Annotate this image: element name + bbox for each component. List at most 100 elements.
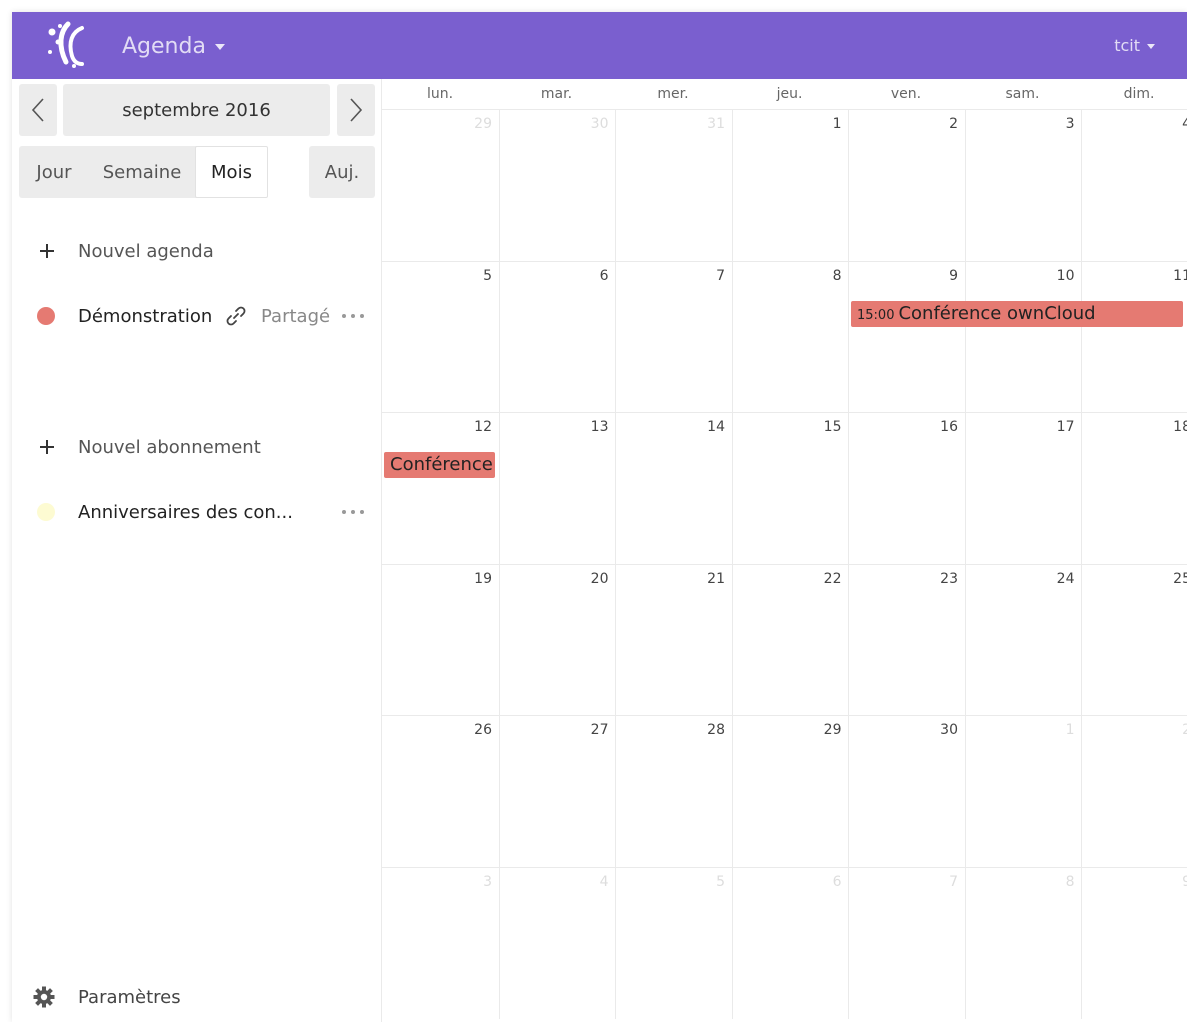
day-number[interactable]: 10 [1057, 268, 1075, 284]
app-logo-icon[interactable] [38, 18, 94, 70]
day-cell[interactable]: 17 [964, 413, 1081, 564]
link-icon[interactable] [225, 305, 247, 327]
day-cell[interactable]: 2 [848, 110, 964, 261]
day-number[interactable]: 30 [591, 116, 609, 132]
day-number[interactable]: 11 [1173, 268, 1187, 284]
subscription-color-dot[interactable] [37, 503, 55, 521]
day-cell[interactable]: 19 [382, 565, 498, 716]
day-cell[interactable]: 13 [498, 413, 615, 564]
day-cell[interactable]: 24 [964, 564, 1081, 716]
day-cell[interactable]: 3 [964, 110, 1081, 261]
more-options-icon[interactable] [342, 312, 364, 320]
day-number[interactable]: 27 [591, 722, 609, 738]
day-cell[interactable]: 7 [848, 867, 964, 1019]
day-cell[interactable]: 28 [615, 716, 731, 867]
day-number[interactable]: 12 [474, 419, 492, 435]
new-subscription-item[interactable]: Nouvel abonnement [12, 425, 381, 469]
view-week-button[interactable]: Semaine [89, 146, 195, 198]
day-cell[interactable]: 9 [848, 261, 964, 413]
day-number[interactable]: 5 [716, 874, 725, 890]
day-cell[interactable]: 21 [615, 564, 731, 716]
day-cell[interactable]: 12 [382, 413, 498, 564]
day-number[interactable]: 2 [1182, 722, 1187, 738]
day-number[interactable]: 5 [483, 268, 492, 284]
day-number[interactable]: 6 [600, 268, 609, 284]
view-day-button[interactable]: Jour [19, 146, 89, 198]
calendar-color-dot[interactable] [37, 307, 55, 325]
day-cell[interactable]: 25 [1081, 564, 1187, 716]
calendar-event[interactable]: 15:00 Conférence ownCloud [851, 300, 1183, 327]
day-number[interactable]: 7 [716, 268, 725, 284]
day-cell[interactable]: 23 [848, 564, 964, 716]
day-number[interactable]: 20 [591, 571, 609, 587]
day-cell[interactable]: 8 [964, 867, 1081, 1019]
day-number[interactable]: 24 [1057, 571, 1075, 587]
day-cell[interactable]: 11 [1081, 261, 1187, 413]
day-cell[interactable]: 7 [615, 261, 731, 413]
new-calendar-item[interactable]: Nouvel agenda [12, 229, 381, 273]
day-number[interactable]: 9 [949, 268, 958, 284]
day-cell[interactable]: 30 [498, 110, 615, 261]
day-cell[interactable]: 6 [731, 867, 848, 1019]
day-cell[interactable]: 29 [731, 716, 848, 867]
day-number[interactable]: 23 [940, 571, 958, 587]
day-cell[interactable]: 14 [615, 413, 731, 564]
more-options-icon[interactable] [342, 508, 364, 516]
day-cell[interactable]: 5 [382, 262, 498, 413]
today-button[interactable]: Auj. [309, 146, 375, 198]
view-month-button[interactable]: Mois [195, 146, 268, 198]
day-cell[interactable]: 4 [1081, 110, 1187, 261]
day-number[interactable]: 9 [1182, 874, 1187, 890]
day-number[interactable]: 26 [474, 722, 492, 738]
subscription-list-item[interactable]: Anniversaires des con... [12, 490, 381, 534]
day-number[interactable]: 22 [824, 571, 842, 587]
day-number[interactable]: 25 [1173, 571, 1187, 587]
next-month-button[interactable] [337, 84, 375, 136]
day-cell[interactable]: 16 [848, 413, 964, 564]
day-number[interactable]: 13 [591, 419, 609, 435]
day-cell[interactable]: 20 [498, 564, 615, 716]
day-number[interactable]: 3 [483, 874, 492, 890]
day-cell[interactable]: 18 [1081, 413, 1187, 564]
day-number[interactable]: 29 [474, 116, 492, 132]
day-cell[interactable]: 9 [1081, 867, 1187, 1019]
day-number[interactable]: 18 [1173, 419, 1187, 435]
day-number[interactable]: 29 [824, 722, 842, 738]
month-picker[interactable]: septembre 2016 [63, 84, 330, 136]
day-number[interactable]: 8 [833, 268, 842, 284]
day-number[interactable]: 6 [833, 874, 842, 890]
calendar-event[interactable]: Conférence [384, 452, 495, 478]
day-cell[interactable]: 22 [731, 564, 848, 716]
day-cell[interactable]: 6 [498, 261, 615, 413]
day-number[interactable]: 30 [940, 722, 958, 738]
day-cell[interactable]: 3 [382, 868, 498, 1019]
day-number[interactable]: 1 [1066, 722, 1075, 738]
day-number[interactable]: 15 [824, 419, 842, 435]
day-number[interactable]: 7 [949, 874, 958, 890]
day-cell[interactable]: 5 [615, 867, 731, 1019]
day-number[interactable]: 4 [1182, 116, 1187, 132]
day-number[interactable]: 8 [1066, 874, 1075, 890]
previous-month-button[interactable] [19, 84, 57, 136]
day-number[interactable]: 17 [1057, 419, 1075, 435]
app-switcher-menu[interactable]: Agenda [122, 32, 225, 60]
day-number[interactable]: 1 [833, 116, 842, 132]
day-cell[interactable]: 30 [848, 716, 964, 867]
day-cell[interactable]: 2 [1081, 716, 1187, 867]
day-number[interactable]: 31 [707, 116, 725, 132]
day-number[interactable]: 2 [949, 116, 958, 132]
shared-label[interactable]: Partagé [261, 306, 330, 327]
day-cell[interactable]: 26 [382, 716, 498, 867]
user-menu[interactable]: tcit [1114, 36, 1155, 55]
day-cell[interactable]: 8 [731, 261, 848, 413]
day-cell[interactable]: 27 [498, 716, 615, 867]
day-number[interactable]: 28 [707, 722, 725, 738]
settings-button[interactable]: Paramètres [12, 975, 381, 1019]
day-cell[interactable]: 1 [964, 716, 1081, 867]
day-cell[interactable]: 10 [964, 261, 1081, 413]
calendar-list-item[interactable]: Démonstration Partagé [12, 294, 381, 338]
day-number[interactable]: 14 [707, 419, 725, 435]
day-number[interactable]: 3 [1066, 116, 1075, 132]
day-number[interactable]: 21 [707, 571, 725, 587]
day-cell[interactable]: 29 [382, 110, 498, 261]
